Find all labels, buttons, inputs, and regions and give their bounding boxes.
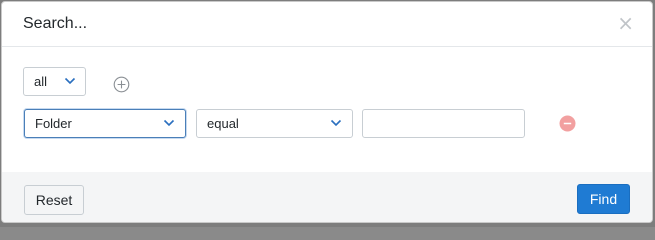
- chevron-down-icon: [330, 119, 342, 127]
- dialog-body: all Folder equal: [2, 47, 652, 172]
- add-condition-icon[interactable]: [113, 76, 130, 93]
- search-dialog: Search... × all Folder equal Reset Find: [1, 1, 653, 223]
- condition-field-value: Folder: [35, 116, 72, 131]
- condition-operator-value: equal: [207, 116, 239, 131]
- condition-operator-select[interactable]: equal: [196, 109, 353, 138]
- dialog-title: Search...: [23, 15, 88, 32]
- chevron-down-icon: [163, 119, 175, 127]
- find-button[interactable]: Find: [577, 184, 630, 214]
- condition-field-select[interactable]: Folder: [24, 109, 186, 138]
- reset-button[interactable]: Reset: [24, 185, 84, 215]
- dialog-header: Search... ×: [2, 2, 652, 47]
- match-mode-select[interactable]: all: [23, 67, 86, 96]
- match-mode-value: all: [34, 74, 48, 89]
- chevron-down-icon: [64, 77, 76, 85]
- condition-value-input[interactable]: [362, 109, 525, 138]
- remove-condition-icon[interactable]: [559, 115, 576, 132]
- close-button[interactable]: ×: [617, 13, 634, 33]
- dialog-footer: Reset Find: [2, 172, 652, 222]
